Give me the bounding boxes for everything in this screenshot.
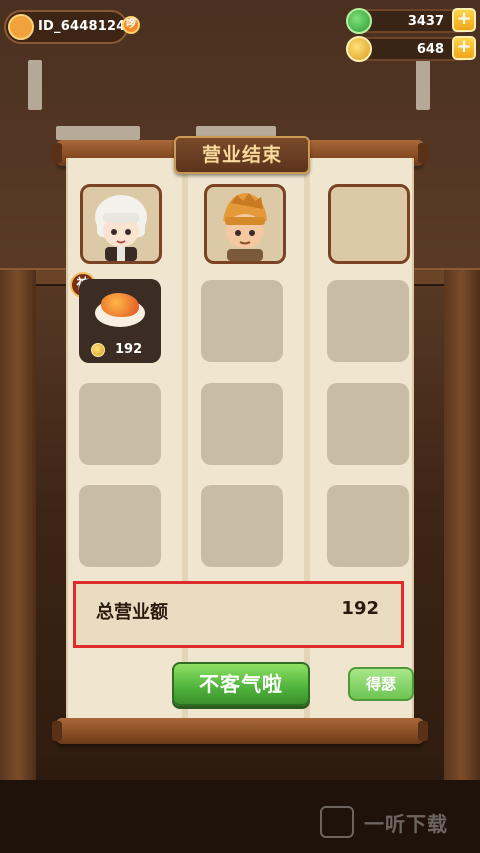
total-revenue-label: 总营业额 [96,602,168,623]
background-post [444,270,480,790]
dish-price-row: 192 [79,341,161,361]
background-lamp [416,60,430,110]
dish-card[interactable]: 192 [79,279,161,363]
add-gems-button[interactable]: + [452,8,476,32]
watermark-text: 一听下载 [364,812,448,836]
customer-slot-boy[interactable] [204,184,286,264]
panel-title-plate: 营业结束 [174,136,310,174]
dish-slot-empty [79,485,161,567]
player-flag-badge: 啰 [122,16,140,34]
chef-portrait-icon [95,195,147,261]
dish-slot-empty [327,280,409,362]
background-post [0,270,36,790]
total-revenue-value: 192 [341,598,379,619]
coin-icon [346,36,372,62]
dish-slot-empty [327,485,409,567]
customer-slot-empty[interactable] [328,184,410,264]
player-avatar-icon [8,14,34,40]
dish-slot-empty [327,383,409,465]
gem-value: 3437 [407,14,444,29]
background-lamp [28,60,42,110]
confirm-button[interactable]: 不客气啦 [172,662,310,706]
coin-icon [91,343,105,357]
coin-value: 648 [416,42,444,57]
dish-icon [101,293,139,317]
dish-slot-empty [79,383,161,465]
dish-slot-empty [201,383,283,465]
background-sign [56,126,140,140]
customer-slot-chef[interactable] [80,184,162,264]
boy-portrait-icon [223,193,267,261]
dish-slot-empty [201,280,283,362]
watermark-logo-icon [320,806,354,838]
coin-counter: 648 + [346,36,476,62]
player-id-badge[interactable]: ID_6448124 啰 [4,10,140,44]
panel-title: 营业结束 [201,144,282,166]
add-coins-button[interactable]: + [452,36,476,60]
scroll-bottom-roller [52,718,428,744]
gem-icon [346,8,372,34]
dish-price: 192 [115,342,143,357]
dish-slot-empty [201,485,283,567]
gem-counter: 3437 + [346,8,476,34]
show-off-button[interactable]: 得瑟 [348,667,414,701]
total-revenue-box: 总营业额 192 [73,581,404,648]
player-id-text: ID_6448124 [38,19,126,34]
